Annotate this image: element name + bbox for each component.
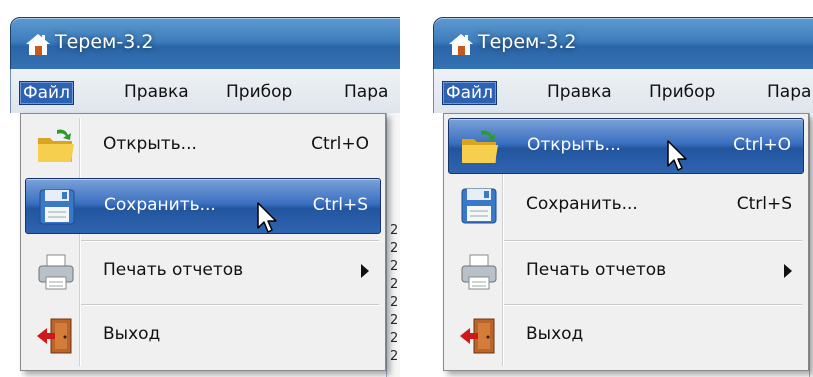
menu-item-exit[interactable]: Выход: [448, 308, 804, 364]
menu-item-save[interactable]: Сохранить... Ctrl+S: [25, 178, 381, 234]
file-dropdown-menu: Открыть... Ctrl+O Сохранить... Ctrl+S Пе…: [20, 113, 386, 371]
file-dropdown-menu: Открыть... Ctrl+O Сохранить... Ctrl+S Пе…: [443, 113, 809, 371]
menu-item-open[interactable]: Открыть... Ctrl+O: [448, 118, 804, 174]
mouse-pointer-icon: [667, 140, 687, 171]
shortcut-label: Ctrl+O: [733, 135, 791, 155]
background-table-edge: 2 2 2 2 2 2 2 2: [386, 113, 400, 377]
background-cell-text: 2: [390, 277, 399, 292]
menu-item-label: Сохранить...: [526, 194, 638, 214]
menu-separator: [81, 240, 379, 242]
screenshot-save-highlighted: Терем-3.2 Файл Правка Прибор Пара 2 2 2 …: [2, 0, 400, 377]
window-titlebar[interactable]: Терем-3.2: [433, 17, 813, 71]
background-cell-text: 2: [390, 349, 399, 364]
menu-file[interactable]: Файл: [19, 81, 74, 105]
menu-item-save[interactable]: Сохранить... Ctrl+S: [448, 178, 804, 234]
menu-item-label: Открыть...: [103, 134, 197, 154]
background-cell-text: 2: [390, 313, 399, 328]
menu-item-label: Печать отчетов: [103, 260, 244, 280]
menu-bar: Файл Правка Прибор Пара: [10, 69, 400, 113]
menu-edit[interactable]: Правка: [121, 81, 192, 103]
floppy-disk-icon: [39, 189, 75, 225]
shortcut-label: Ctrl+O: [311, 134, 369, 154]
background-cell-text: 2: [390, 295, 399, 310]
background-cell-text: 2: [390, 259, 399, 274]
submenu-arrow-icon: [784, 264, 792, 278]
window-title: Терем-3.2: [55, 31, 154, 53]
home-icon: [26, 34, 50, 55]
submenu-arrow-icon: [361, 264, 369, 278]
menu-item-exit[interactable]: Выход: [25, 308, 381, 364]
screenshot-open-highlighted: Терем-3.2 Файл Правка Прибор Пара 2 2 2 …: [425, 0, 813, 377]
menu-item-label: Печать отчетов: [526, 260, 667, 280]
menu-item-label: Выход: [526, 324, 584, 344]
menu-item-print-reports[interactable]: Печать отчетов: [448, 244, 804, 300]
menu-parameters[interactable]: Пара: [341, 81, 391, 103]
folder-open-icon: [38, 129, 74, 162]
mouse-pointer-icon: [257, 202, 277, 233]
menu-item-label: Выход: [103, 324, 161, 344]
menu-separator: [504, 240, 802, 242]
menu-device[interactable]: Прибор: [646, 81, 718, 103]
menu-separator: [504, 304, 802, 306]
menu-parameters[interactable]: Пара: [764, 81, 813, 103]
folder-open-icon: [462, 130, 498, 163]
menu-item-open[interactable]: Открыть... Ctrl+O: [25, 118, 381, 174]
background-cell-text: 2: [390, 241, 399, 256]
shortcut-label: Ctrl+S: [736, 194, 792, 214]
menu-item-label: Открыть...: [527, 135, 621, 155]
background-cell-text: 2: [390, 331, 399, 346]
menu-bar: Файл Правка Прибор Пара: [433, 69, 813, 113]
menu-file[interactable]: Файл: [442, 81, 497, 105]
exit-door-icon: [37, 318, 72, 354]
floppy-disk-icon: [461, 188, 497, 224]
background-cell-text: 2: [390, 223, 399, 238]
window-titlebar[interactable]: Терем-3.2: [10, 17, 400, 71]
home-icon: [449, 34, 473, 55]
menu-item-print-reports[interactable]: Печать отчетов: [25, 244, 381, 300]
background-table-edge: 2 2 2 2 2 2 2 2: [809, 113, 813, 377]
exit-door-icon: [460, 318, 495, 354]
menu-separator: [81, 304, 379, 306]
printer-icon: [461, 254, 497, 290]
menu-edit[interactable]: Правка: [544, 81, 615, 103]
shortcut-label: Ctrl+S: [312, 195, 368, 215]
window-title: Терем-3.2: [478, 31, 577, 53]
menu-item-label: Сохранить...: [104, 195, 216, 215]
printer-icon: [38, 254, 74, 290]
menu-device[interactable]: Прибор: [223, 81, 295, 103]
